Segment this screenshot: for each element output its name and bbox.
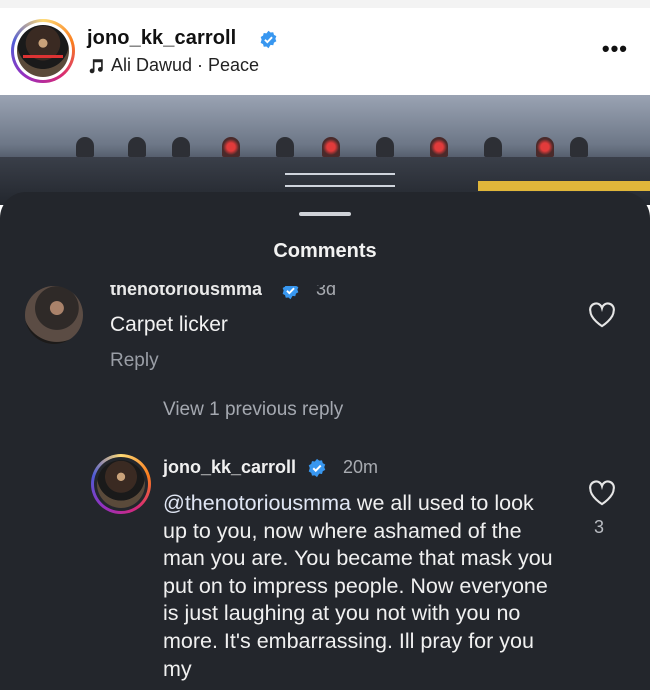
comment-username[interactable]: thenotoriousmma [110,285,262,300]
comment-timestamp: 3d [316,279,337,299]
video-background [0,95,650,205]
heart-icon[interactable] [588,302,616,328]
post-username[interactable]: jono_kk_carroll [87,27,236,50]
heart-icon[interactable] [588,480,616,506]
comments-sheet: Comments thenotoriousmma 3d Carpet licke… [0,192,650,690]
avatar-image [97,460,145,508]
reply-username[interactable]: jono_kk_carroll [163,457,296,478]
drag-handle[interactable] [299,212,351,216]
reply-button[interactable]: Reply [110,350,159,372]
post-header: jono_kk_carroll Ali Dawud · Peace ••• [0,0,650,95]
audio-track[interactable]: Ali Dawud · Peace [87,55,259,76]
avatar-image [17,25,69,77]
verified-badge-icon [260,30,277,49]
verified-badge-icon [308,458,326,478]
top-divider [0,0,650,8]
profile-avatar[interactable] [11,19,75,83]
like-count: 3 [594,517,605,537]
more-options-icon[interactable]: ••• [602,36,628,62]
mention-link[interactable]: @thenotoriousmma [163,491,351,515]
verified-badge-icon [281,281,300,300]
reply-body: we all used to look up to you, now where… [163,491,553,681]
reply-text: @thenotoriousmma we all used to look up … [163,490,558,683]
commenter-avatar[interactable] [25,286,83,344]
reply-timestamp: 20m [343,457,379,477]
audio-track-label: Ali Dawud · Peace [111,55,260,75]
comment-text: Carpet licker [110,313,228,336]
sheet-title: Comments [273,240,377,262]
music-note-icon [89,58,103,73]
reply-avatar[interactable] [91,454,151,514]
view-previous-replies[interactable]: View 1 previous reply [163,399,343,421]
